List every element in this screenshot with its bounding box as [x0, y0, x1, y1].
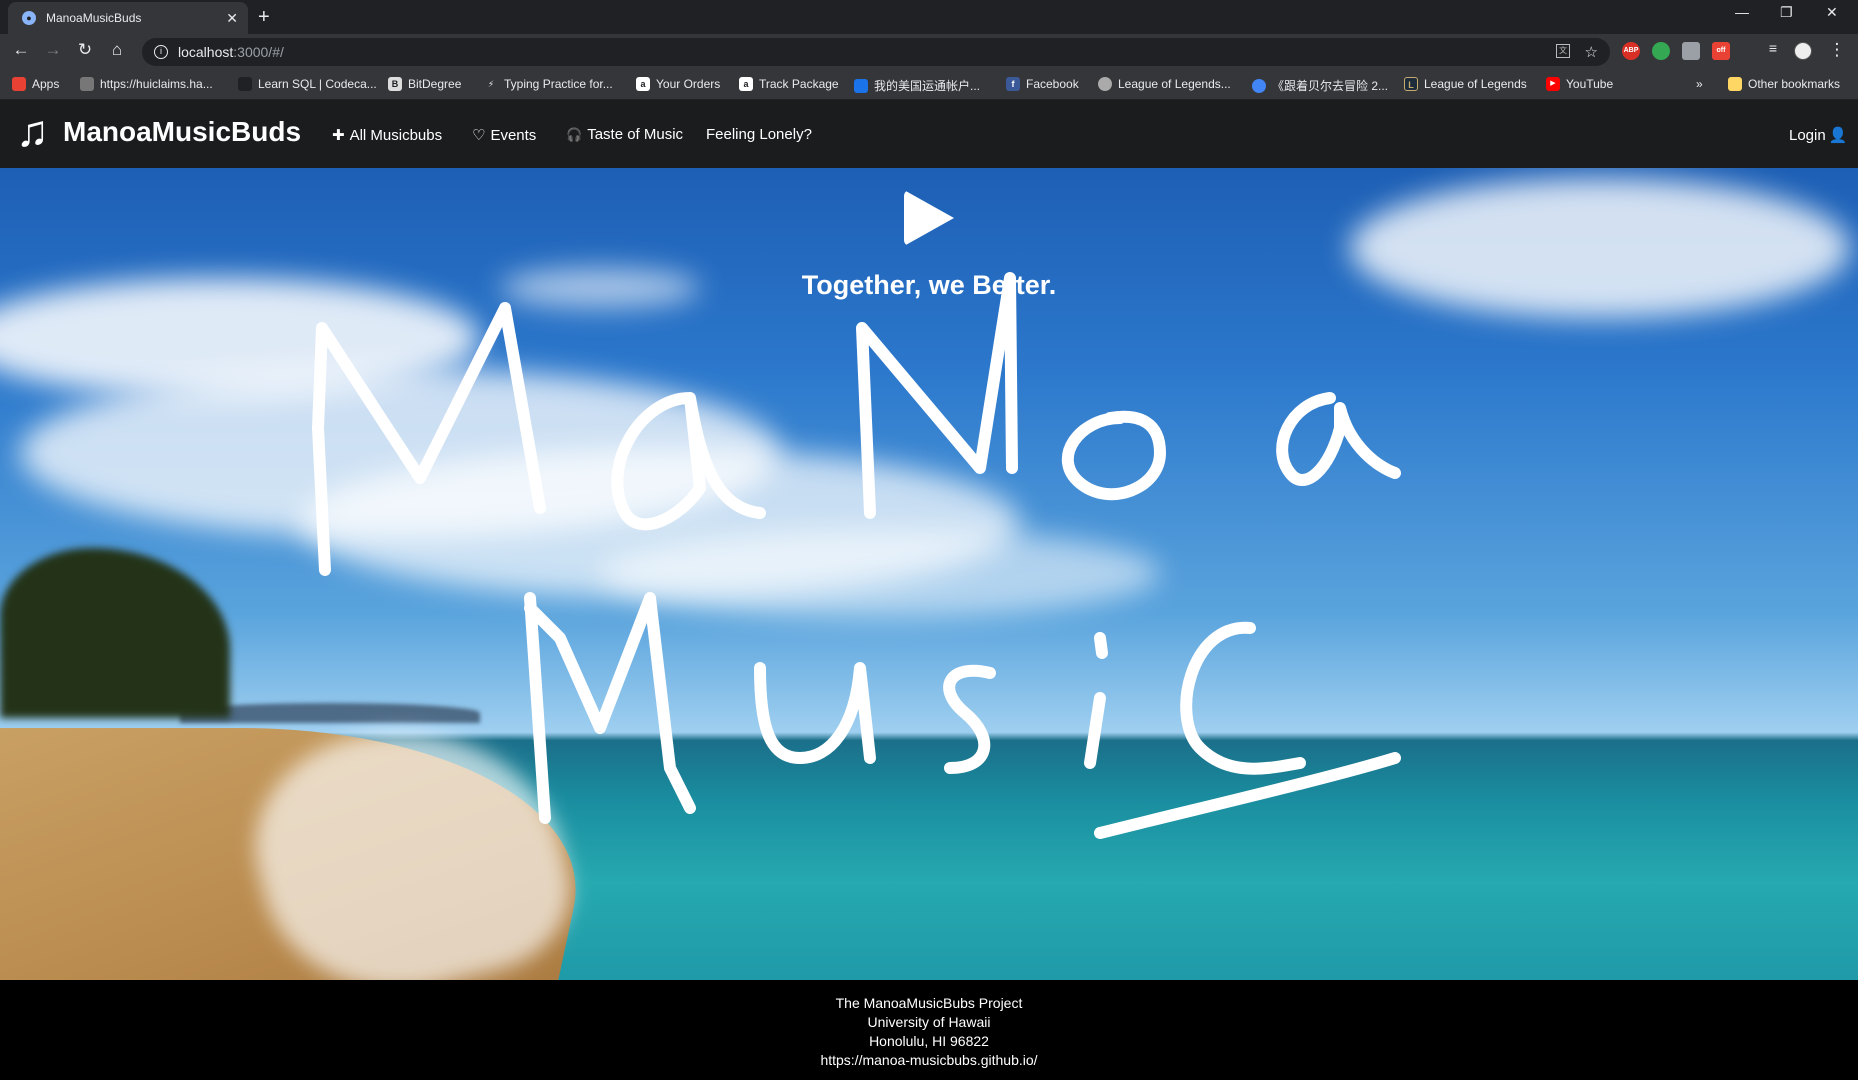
brand-link[interactable]: ♫ ManoaMusicBuds: [16, 110, 301, 154]
nav-events[interactable]: ♡ Events: [472, 126, 536, 144]
address-bar[interactable]: i localhost:3000/#/ 文 ☆: [142, 38, 1610, 66]
reload-icon[interactable]: ↻: [74, 40, 96, 60]
footer-address: Honolulu, HI 96822: [869, 1033, 989, 1049]
nav-label: Taste of Music: [587, 126, 684, 143]
minimize-window-icon[interactable]: —: [1735, 4, 1749, 20]
folder-icon: [1728, 77, 1742, 91]
bitdegree-icon: B: [388, 77, 402, 91]
bookmark-label: Facebook: [1026, 77, 1079, 91]
bookmark-label: Typing Practice for...: [504, 77, 613, 91]
bookmark-item[interactable]: L League of Legends: [1404, 77, 1527, 91]
amazon-icon: a: [739, 77, 753, 91]
bookmark-label: 《跟着贝尔去冒险 2...: [1272, 79, 1389, 93]
league-icon: [1098, 77, 1112, 91]
tab-close-icon[interactable]: ✕: [226, 10, 238, 27]
bookmark-item[interactable]: a Track Package: [739, 77, 839, 91]
bookmark-item[interactable]: League of Legends...: [1098, 77, 1231, 91]
bookmark-label: League of Legends...: [1118, 77, 1231, 91]
amex-icon: [854, 78, 868, 93]
browser-tabstrip: ● ManoaMusicBuds ✕ + — ❐ ✕: [0, 0, 1858, 34]
bookmark-label: YouTube: [1566, 77, 1614, 91]
bookmark-item[interactable]: Learn SQL | Codeca...: [238, 77, 377, 91]
facebook-icon: f: [1006, 77, 1020, 91]
off-extension-icon[interactable]: off: [1712, 42, 1730, 60]
site-footer: The ManoaMusicBubs Project University of…: [0, 980, 1858, 1080]
codecademy-icon: [238, 77, 252, 91]
youtube-icon: ▶: [1546, 77, 1560, 91]
bookmark-item[interactable]: B BitDegree: [388, 77, 461, 91]
hero-banner: Together, we Better.: [0, 168, 1858, 980]
user-icon: 👤: [1828, 127, 1848, 144]
brand-title: ManoaMusicBuds: [63, 116, 302, 147]
bookmark-item[interactable]: ▶ YouTube: [1546, 77, 1613, 91]
bookmark-item[interactable]: Apps: [12, 77, 59, 91]
profile-avatar[interactable]: [1794, 42, 1812, 60]
bookmark-label: Learn SQL | Codeca...: [258, 77, 377, 91]
home-icon[interactable]: ⌂: [106, 40, 128, 60]
grey-extension-icon[interactable]: [1682, 42, 1700, 60]
nav-taste-of-music[interactable]: 🎧 Taste of Music: [566, 126, 683, 143]
other-bookmarks-folder[interactable]: Other bookmarks: [1728, 77, 1840, 91]
bookmark-label: BitDegree: [408, 77, 462, 91]
chrome-menu-icon[interactable]: ⋮: [1826, 40, 1848, 60]
bookmark-label: Track Package: [759, 77, 839, 91]
music-note-icon: ♫: [16, 107, 49, 156]
video-play-icon: [1252, 78, 1266, 93]
apps-grid-icon: [12, 77, 26, 91]
url-host: localhost: [178, 44, 234, 60]
site-navbar: ♫ ManoaMusicBuds ✚ All Musicbubs ♡ Events …: [0, 100, 1858, 168]
forward-arrow-icon[interactable]: →: [42, 40, 64, 60]
headphones-icon: 🎧: [566, 127, 583, 142]
plus-icon: ✚: [332, 127, 345, 144]
nav-label: Events: [490, 127, 537, 144]
lightning-icon: ⚡: [487, 79, 495, 89]
browser-toolbar: ← → ↻ ⌂ i localhost:3000/#/ 文 ☆ ABP off …: [0, 34, 1858, 70]
amazon-icon: a: [636, 77, 650, 91]
back-arrow-icon[interactable]: ←: [10, 40, 32, 60]
bookmark-label: League of Legends: [1424, 77, 1527, 91]
tab-title: ManoaMusicBuds: [46, 11, 142, 25]
bookmark-label: Apps: [32, 77, 60, 91]
url-path: :3000/#/: [233, 44, 284, 60]
new-tab-button[interactable]: +: [258, 6, 270, 29]
restore-window-icon[interactable]: ❐: [1780, 4, 1793, 21]
nav-feeling-lonely[interactable]: Feeling Lonely?: [706, 126, 812, 143]
bookmark-label: https://huiclaims.ha...: [100, 77, 213, 91]
site-info-icon[interactable]: i: [154, 45, 168, 59]
bookmark-item[interactable]: 我的美国运通帐户...: [854, 77, 980, 94]
tab-favicon-icon: ●: [22, 11, 36, 25]
adblock-extension-icon[interactable]: ABP: [1622, 42, 1640, 60]
bookmarks-bar: Apps https://huiclaims.ha... Learn SQL |…: [0, 70, 1858, 100]
media-queue-icon[interactable]: ≡: [1762, 40, 1784, 56]
bookmark-label: Your Orders: [656, 77, 721, 91]
shield-extension-icon[interactable]: [1652, 42, 1670, 60]
nav-all-musicbubs[interactable]: ✚ All Musicbubs: [332, 126, 442, 144]
puzzle-icon: [80, 77, 94, 91]
close-window-icon[interactable]: ✕: [1826, 4, 1838, 21]
bookmark-label: 我的美国运通帐户...: [874, 79, 981, 93]
bookmark-item[interactable]: ⚡ Typing Practice for...: [484, 77, 613, 91]
footer-university: University of Hawaii: [867, 1014, 991, 1030]
bookmark-item[interactable]: f Facebook: [1006, 77, 1079, 91]
more-bookmarks-button[interactable]: »: [1696, 77, 1703, 91]
nav-label: All Musicbubs: [349, 127, 443, 144]
bookmark-item[interactable]: 《跟着贝尔去冒险 2...: [1252, 77, 1388, 94]
league-icon: L: [1404, 77, 1418, 91]
heart-icon: ♡: [472, 127, 486, 144]
bookmark-item[interactable]: a Your Orders: [636, 77, 720, 91]
footer-url-link[interactable]: https://manoa-musicbubs.github.io/: [0, 1051, 1858, 1070]
translate-icon[interactable]: 文: [1556, 44, 1570, 58]
bookmark-item[interactable]: https://huiclaims.ha...: [80, 77, 213, 91]
browser-tab[interactable]: ● ManoaMusicBuds ✕: [8, 2, 248, 34]
play-button-icon[interactable]: [904, 190, 954, 246]
login-label: Login: [1789, 127, 1826, 144]
login-button[interactable]: Login 👤: [1789, 126, 1847, 144]
footer-project-name: The ManoaMusicBubs Project: [835, 995, 1023, 1011]
hero-tagline: Together, we Better.: [801, 270, 1057, 300]
bookmark-star-icon[interactable]: ☆: [1585, 43, 1598, 61]
bookmark-label: Other bookmarks: [1748, 77, 1841, 91]
